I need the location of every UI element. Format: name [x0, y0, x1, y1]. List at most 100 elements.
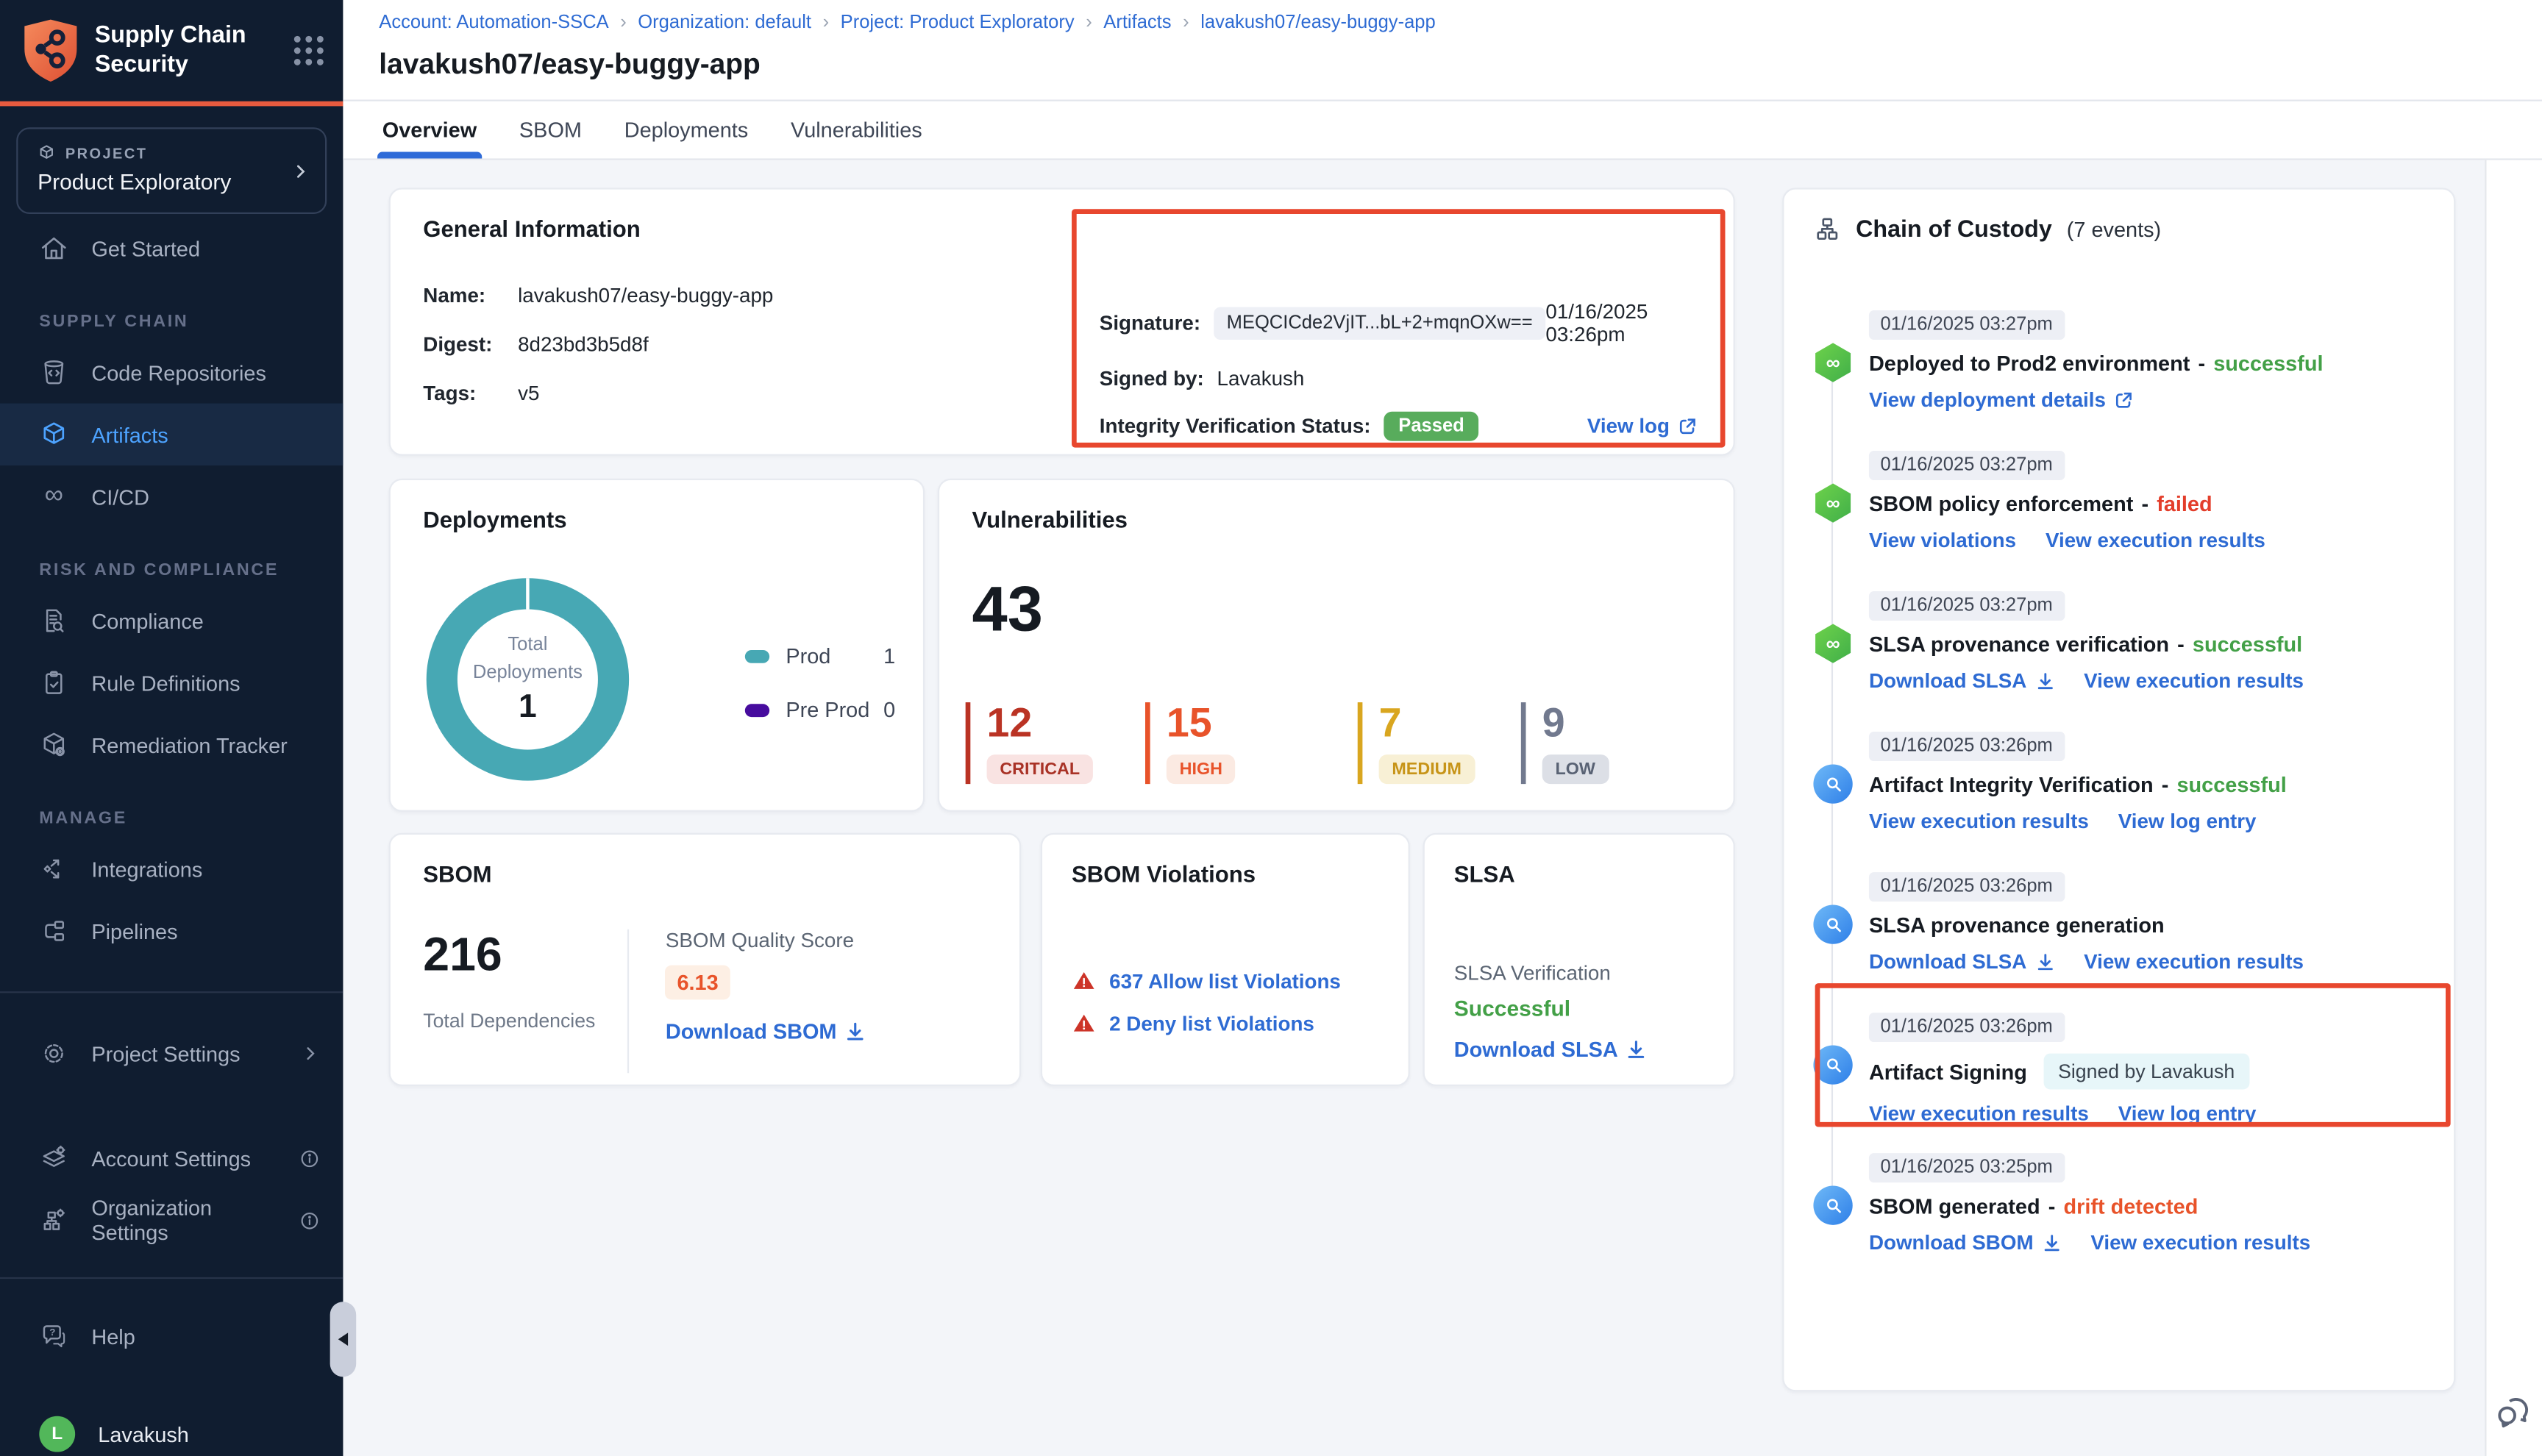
- pipelines-flow-icon: [39, 916, 68, 946]
- breadcrumb-project[interactable]: Project: Product Exploratory: [841, 13, 1075, 33]
- tab-sbom[interactable]: SBOM: [519, 101, 582, 159]
- medium-badge: MEDIUM: [1379, 755, 1475, 785]
- sidebar-item-compliance[interactable]: Compliance: [0, 590, 343, 652]
- apps-grid-icon[interactable]: [294, 36, 324, 65]
- chain-of-custody-icon: [1813, 215, 1841, 243]
- low-badge: LOW: [1542, 755, 1609, 785]
- tab-vulnerabilities[interactable]: Vulnerabilities: [791, 101, 922, 159]
- sidebar-item-rule-definitions[interactable]: Rule Definitions: [0, 652, 343, 713]
- clipboard-check-icon: [39, 668, 68, 697]
- warning-triangle-icon: [1072, 1011, 1096, 1035]
- sidebar-item-artifacts[interactable]: Artifacts: [0, 404, 343, 465]
- sidebar-item-cicd[interactable]: ∞ CI/CD: [0, 465, 343, 527]
- brand-accent-bar: [0, 101, 343, 107]
- integrations-share-icon: [39, 854, 68, 884]
- scan-event-icon: [1813, 904, 1852, 943]
- download-icon: [845, 1021, 866, 1042]
- sidebar-item-get-started[interactable]: Get Started: [0, 217, 343, 279]
- legend-item-prod: Prod 1: [745, 643, 895, 668]
- custody-event-slsa-generation: 01/16/2025 03:26pm SLSA provenance gener…: [1813, 871, 2427, 1011]
- chat-support-button[interactable]: [2493, 1391, 2535, 1434]
- sbom-card: SBOM 216 Total Dependencies SBOM Quality…: [389, 833, 1022, 1086]
- user-name: Lavakush: [98, 1421, 189, 1446]
- view-execution-results-link[interactable]: View execution results: [1869, 810, 2089, 833]
- sbom-quality-label: SBOM Quality Score: [666, 929, 866, 952]
- download-slsa-link[interactable]: Download SLSA: [1869, 670, 2054, 693]
- sbom-violations-card: SBOM Violations 637 Allow list Violation…: [1041, 833, 1410, 1086]
- tab-bar: Overview SBOM Deployments Vulnerabilitie…: [343, 99, 2542, 160]
- event-timestamp: 01/16/2025 03:26pm: [1869, 1013, 2064, 1042]
- sidebar-item-code-repositories[interactable]: Code Repositories: [0, 341, 343, 403]
- sidebar-item-remediation-tracker[interactable]: Remediation Tracker: [0, 714, 343, 776]
- donut-center-label: Total Deployments: [473, 632, 583, 686]
- gear-icon: [39, 1039, 68, 1068]
- scan-event-icon: [1813, 1046, 1852, 1085]
- organization-settings-icon: [39, 1205, 68, 1235]
- slsa-card: SLSA SLSA Verification Successful Downlo…: [1423, 833, 1735, 1086]
- deny-list-violations-link[interactable]: 2 Deny list Violations: [1109, 1012, 1314, 1035]
- pipeline-event-icon: ∞: [1813, 343, 1852, 382]
- breadcrumb-artifacts[interactable]: Artifacts: [1103, 13, 1171, 33]
- event-timestamp: 01/16/2025 03:26pm: [1869, 732, 2064, 761]
- allow-list-violations-link[interactable]: 637 Allow list Violations: [1109, 969, 1341, 992]
- signature-timestamp: 01/16/2025 03:26pm: [1545, 301, 1697, 346]
- name-label: Name:: [423, 284, 518, 307]
- download-slsa-link[interactable]: Download SLSA: [1454, 1037, 1648, 1061]
- view-execution-results-link[interactable]: View execution results: [2090, 1232, 2310, 1255]
- view-execution-results-link[interactable]: View execution results: [2084, 951, 2304, 974]
- sidebar-divider: [0, 991, 343, 993]
- info-icon[interactable]: [299, 1147, 320, 1168]
- sbom-violations-title: SBOM Violations: [1072, 861, 1379, 888]
- sidebar-item-project-settings[interactable]: Project Settings: [0, 1022, 343, 1084]
- view-log-entry-link[interactable]: View log entry: [2118, 1102, 2257, 1125]
- sidebar-user[interactable]: L Lavakush: [0, 1403, 343, 1456]
- slsa-title: SLSA: [1454, 861, 1704, 888]
- project-selector[interactable]: PROJECT Product Exploratory: [16, 127, 327, 214]
- tab-deployments[interactable]: Deployments: [624, 101, 749, 159]
- chat-bubbles-icon: [2493, 1391, 2535, 1434]
- vulnerabilities-title: Vulnerabilities: [972, 507, 1701, 533]
- breadcrumb-account[interactable]: Account: Automation-SSCA: [379, 13, 608, 33]
- view-violations-link[interactable]: View violations: [1869, 529, 2016, 552]
- signed-by-label: Signed by:: [1100, 368, 1204, 390]
- pre-prod-swatch: [745, 703, 769, 716]
- svg-text:?: ?: [49, 1327, 55, 1338]
- view-log-entry-link[interactable]: View log entry: [2118, 810, 2257, 833]
- signature-value: MEQCICde2VjIT...bL+2+mqnOXw==: [1214, 307, 1546, 340]
- main-area: Account: Automation-SSCA › Organization:…: [343, 0, 2542, 1456]
- severity-critical: 12 CRITICAL: [966, 702, 1145, 785]
- vulnerabilities-card: Vulnerabilities 43 12 CRITICAL 15 HIGH: [938, 479, 1735, 812]
- event-timestamp: 01/16/2025 03:25pm: [1869, 1153, 2064, 1182]
- view-execution-results-link[interactable]: View execution results: [2046, 529, 2265, 552]
- sbom-divider: [628, 929, 630, 1073]
- main-body: General Information Name: lavakush07/eas…: [343, 160, 2542, 1456]
- download-icon: [2042, 1233, 2062, 1253]
- sidebar-item-organization-settings[interactable]: Organization Settings: [0, 1189, 343, 1251]
- pipeline-event-icon: ∞: [1813, 624, 1852, 663]
- info-icon[interactable]: [299, 1210, 320, 1231]
- breadcrumb-organization[interactable]: Organization: default: [638, 13, 811, 33]
- sidebar-item-integrations[interactable]: Integrations: [0, 838, 343, 899]
- sidebar-nav: Get Started SUPPLY CHAIN Code Repositori…: [0, 217, 343, 1456]
- total-deployments-value: 1: [519, 690, 537, 727]
- integrity-status-label: Integrity Verification Status:: [1100, 415, 1371, 438]
- download-sbom-link[interactable]: Download SBOM: [1869, 1232, 2061, 1255]
- custody-event-artifact-signing: 01/16/2025 03:26pm Artifact Signing Sign…: [1813, 1011, 2427, 1152]
- chevron-right-icon: [291, 161, 310, 181]
- sidebar-item-account-settings[interactable]: Account Settings: [0, 1127, 343, 1189]
- event-timestamp: 01/16/2025 03:27pm: [1869, 310, 2064, 340]
- custody-event-sbom-policy: ∞ 01/16/2025 03:27pm SBOM policy enforce…: [1813, 449, 2427, 590]
- chain-of-custody-count: (7 events): [2067, 217, 2161, 241]
- download-slsa-link[interactable]: Download SLSA: [1869, 951, 2054, 974]
- view-execution-results-link[interactable]: View execution results: [1869, 1102, 2089, 1125]
- view-execution-results-link[interactable]: View execution results: [2084, 670, 2304, 693]
- view-log-link[interactable]: View log: [1587, 415, 1698, 438]
- download-sbom-link[interactable]: Download SBOM: [666, 1019, 866, 1043]
- view-deployment-details-link[interactable]: View deployment details: [1869, 389, 2134, 412]
- tab-overview[interactable]: Overview: [382, 101, 477, 159]
- breadcrumb-current[interactable]: lavakush07/easy-buggy-app: [1200, 13, 1436, 33]
- breadcrumb-separator: ›: [823, 13, 830, 33]
- sidebar-collapse-handle[interactable]: [330, 1302, 357, 1377]
- sidebar-item-pipelines[interactable]: Pipelines: [0, 900, 343, 962]
- sidebar-item-help[interactable]: ? Help: [0, 1305, 343, 1367]
